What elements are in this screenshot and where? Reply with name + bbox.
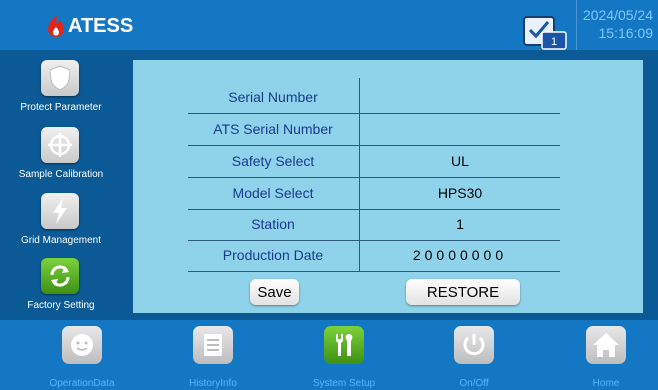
- nav-item-on-off[interactable]: On/Off: [424, 326, 524, 389]
- nav-label: On/Off: [459, 378, 489, 389]
- sidebar-item-factory-setting[interactable]: Factory Setting: [0, 258, 122, 318]
- row-value[interactable]: 1: [360, 209, 560, 240]
- factory-setting-panel: Serial Number ATS Serial Number Safety S…: [133, 60, 643, 313]
- bottom-nav: OperationData HistoryInfo System Setup O…: [0, 320, 658, 390]
- nav-label: System Setup: [312, 378, 376, 389]
- row-label: Safety Select: [231, 153, 315, 169]
- clock-date: 2024/05/24: [582, 7, 653, 23]
- sidebar-item-protect-parameter[interactable]: Protect Parameter: [0, 60, 122, 120]
- nav-button[interactable]: [454, 326, 494, 364]
- sidebar-item-sample-calibration[interactable]: Sample Calibration: [0, 127, 122, 187]
- face-icon: [71, 334, 93, 356]
- restore-button[interactable]: RESTORE: [406, 279, 520, 305]
- home-icon: [593, 333, 619, 357]
- table-row: Model Select HPS30: [188, 178, 560, 210]
- sidebar-button[interactable]: [41, 127, 79, 163]
- tools-icon: [336, 334, 353, 356]
- nav-label: Home: [592, 378, 620, 389]
- clock: 2024/05/24 15:16:09: [576, 0, 658, 50]
- nav-item-system-setup[interactable]: System Setup: [294, 326, 394, 389]
- nav-item-history-info[interactable]: HistoryInfo: [163, 326, 263, 389]
- message-count: 1: [551, 36, 557, 48]
- save-button[interactable]: Save: [250, 279, 299, 305]
- brand-logo: ATESS: [46, 13, 166, 39]
- nav-button[interactable]: [324, 326, 364, 364]
- table-row: ATS Serial Number: [188, 114, 560, 146]
- row-value[interactable]: [360, 114, 560, 145]
- row-label: Model Select: [232, 185, 314, 201]
- row-label: ATS Serial Number: [213, 121, 333, 137]
- sidebar-item-label: Grid Management: [20, 235, 102, 246]
- row-value[interactable]: UL: [360, 146, 560, 177]
- nav-label: HistoryInfo: [189, 378, 237, 389]
- row-value[interactable]: 20000000: [360, 240, 560, 271]
- sidebar: Protect Parameter Sample Calibration Gri…: [0, 50, 122, 320]
- row-value[interactable]: HPS30: [360, 178, 560, 209]
- sidebar-item-grid-management[interactable]: Grid Management: [0, 193, 122, 253]
- table-row: Station 1: [188, 209, 560, 241]
- flame-logo-icon: [48, 15, 64, 37]
- brand-name: ATESS: [68, 14, 134, 37]
- refresh-icon: [50, 265, 70, 287]
- top-bar: ATESS 1 2024/05/24 15:16:09: [0, 0, 658, 50]
- sidebar-button[interactable]: [41, 258, 79, 294]
- sidebar-item-label: Protect Parameter: [20, 102, 102, 113]
- document-icon: [204, 334, 222, 356]
- nav-button[interactable]: [193, 326, 233, 364]
- row-label: Serial Number: [228, 89, 318, 105]
- nav-item-home[interactable]: Home: [556, 326, 656, 389]
- table-row: Serial Number: [188, 82, 560, 114]
- crosshair-icon: [48, 133, 72, 157]
- clock-time: 15:16:09: [598, 25, 654, 41]
- shield-icon: [49, 65, 71, 91]
- nav-button[interactable]: [62, 326, 102, 364]
- table-row: Safety Select UL: [188, 146, 560, 178]
- message-icon[interactable]: 1: [522, 14, 568, 50]
- nav-label: OperationData: [49, 378, 115, 389]
- table-row: Production Date 20000000: [188, 240, 560, 272]
- sidebar-item-label: Sample Calibration: [18, 169, 104, 180]
- power-icon: [463, 334, 485, 356]
- sidebar-button[interactable]: [41, 60, 79, 96]
- lightning-icon: [53, 198, 67, 224]
- sidebar-item-label: Factory Setting: [27, 300, 95, 311]
- sidebar-button[interactable]: [41, 193, 79, 229]
- row-label: Production Date: [222, 247, 324, 263]
- nav-button[interactable]: [586, 326, 626, 364]
- nav-item-operation-data[interactable]: OperationData: [32, 326, 132, 389]
- row-value[interactable]: [360, 82, 560, 113]
- row-label: Station: [251, 216, 295, 232]
